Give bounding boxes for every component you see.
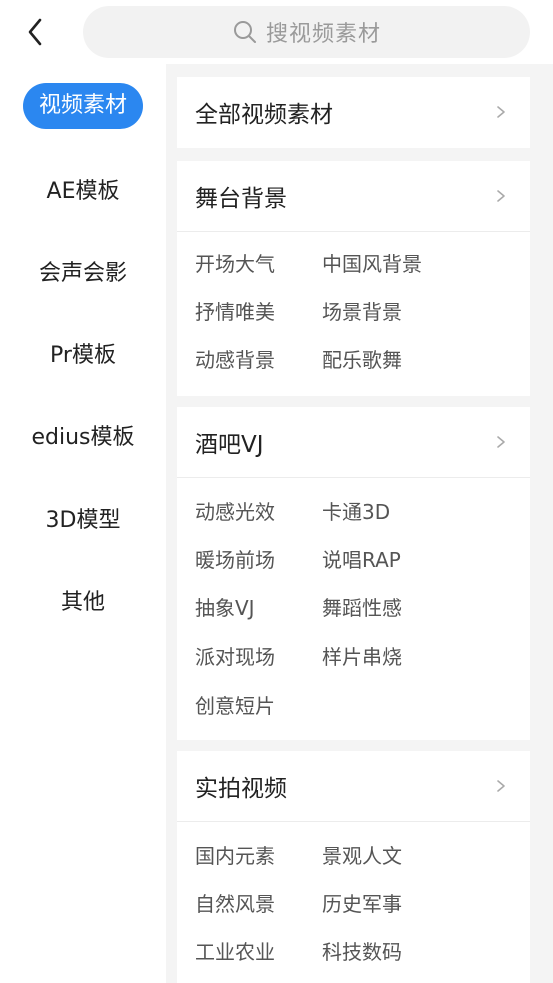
chevron-right-icon — [497, 780, 505, 792]
search-input[interactable]: 搜视频素材 — [83, 6, 530, 58]
chevron-left-icon — [28, 18, 42, 46]
sidebar-item-label: Pr模板 — [50, 343, 116, 368]
tag-item[interactable]: 样片串烧 — [322, 641, 402, 670]
category-content: 全部视频素材 舞台背景 开场大气 中国风背景 抒情唯美 场景背景 动感背景 配乐… — [166, 64, 553, 983]
tag-item[interactable]: 抽象VJ — [195, 592, 255, 621]
chevron-right-icon — [497, 106, 505, 118]
chevron-right-icon — [497, 436, 505, 448]
tag-item[interactable]: 动感背景 — [195, 344, 275, 373]
section-header-bar-vj[interactable]: 酒吧VJ — [177, 407, 530, 477]
tag-item[interactable]: 抒情唯美 — [195, 296, 275, 325]
section-card: 舞台背景 开场大气 中国风背景 抒情唯美 场景背景 动感背景 配乐歌舞 — [177, 161, 530, 396]
category-sidebar: 视频素材 AE模板 会声会影 Pr模板 edius模板 3D模型 其他 — [0, 64, 166, 983]
sidebar-item-label: 会声会影 — [38, 261, 127, 286]
tag-item[interactable]: 创意短片 — [195, 690, 275, 719]
section-card: 全部视频素材 — [177, 77, 530, 148]
tag-grid: 动感光效 卡通3D 暖场前场 说唱RAP 抽象VJ 舞蹈性感 派对现场 样片串烧… — [177, 478, 530, 740]
section-header-all[interactable]: 全部视频素材 — [177, 77, 530, 147]
sidebar-item-3d-model[interactable]: 3D模型 — [0, 493, 166, 543]
sidebar-item-huisheng-huiying[interactable]: 会声会影 — [0, 246, 166, 296]
section-title: 舞台背景 — [195, 186, 287, 212]
tag-item[interactable]: 场景背景 — [322, 296, 402, 325]
section-header-live-shot[interactable]: 实拍视频 — [177, 751, 530, 821]
sidebar-item-other[interactable]: 其他 — [0, 575, 166, 625]
tag-item[interactable]: 工业农业 — [195, 936, 275, 965]
chevron-right-icon — [497, 190, 505, 202]
tag-grid: 国内元素 景观人文 自然风景 历史军事 工业农业 科技数码 — [177, 822, 530, 983]
sidebar-item-pr-template[interactable]: Pr模板 — [0, 328, 166, 378]
tag-item[interactable]: 自然风景 — [195, 888, 275, 917]
sidebar-item-label: AE模板 — [46, 179, 120, 204]
tag-item[interactable]: 历史军事 — [322, 888, 402, 917]
search-placeholder: 搜视频素材 — [265, 22, 381, 47]
tag-item[interactable]: 中国风背景 — [322, 248, 422, 277]
sidebar-item-edius-template[interactable]: edius模板 — [0, 410, 166, 460]
section-card: 酒吧VJ 动感光效 卡通3D 暖场前场 说唱RAP 抽象VJ 舞蹈性感 派对现场… — [177, 407, 530, 740]
tag-item[interactable]: 舞蹈性感 — [322, 592, 402, 621]
tag-item[interactable]: 配乐歌舞 — [322, 344, 402, 373]
top-bar: 搜视频素材 — [0, 0, 553, 64]
sidebar-item-label: 视频素材 — [22, 83, 143, 129]
sidebar-item-label: 3D模型 — [45, 508, 121, 533]
sidebar-item-ae-template[interactable]: AE模板 — [0, 164, 166, 214]
sidebar-item-label: edius模板 — [31, 425, 135, 450]
tag-item[interactable]: 说唱RAP — [322, 544, 401, 573]
tag-item[interactable]: 动感光效 — [195, 496, 275, 525]
sidebar-item-label: 其他 — [60, 590, 105, 615]
tag-grid: 开场大气 中国风背景 抒情唯美 场景背景 动感背景 配乐歌舞 — [177, 232, 530, 396]
tag-item[interactable]: 暖场前场 — [195, 544, 275, 573]
tag-item[interactable]: 景观人文 — [322, 840, 402, 869]
tag-item[interactable]: 国内元素 — [195, 840, 275, 869]
section-title: 实拍视频 — [195, 776, 287, 802]
back-button[interactable] — [18, 14, 54, 50]
section-title: 全部视频素材 — [195, 102, 333, 128]
tag-item[interactable]: 派对现场 — [195, 641, 275, 670]
tag-item[interactable]: 卡通3D — [322, 496, 390, 525]
tag-item[interactable]: 开场大气 — [195, 248, 275, 277]
section-card: 实拍视频 国内元素 景观人文 自然风景 历史军事 工业农业 科技数码 — [177, 751, 530, 983]
section-title: 酒吧VJ — [195, 432, 264, 458]
search-icon — [233, 21, 256, 43]
section-header-stage[interactable]: 舞台背景 — [177, 161, 530, 231]
sidebar-item-video-material[interactable]: 视频素材 — [0, 81, 166, 131]
tag-item[interactable]: 科技数码 — [322, 936, 402, 965]
